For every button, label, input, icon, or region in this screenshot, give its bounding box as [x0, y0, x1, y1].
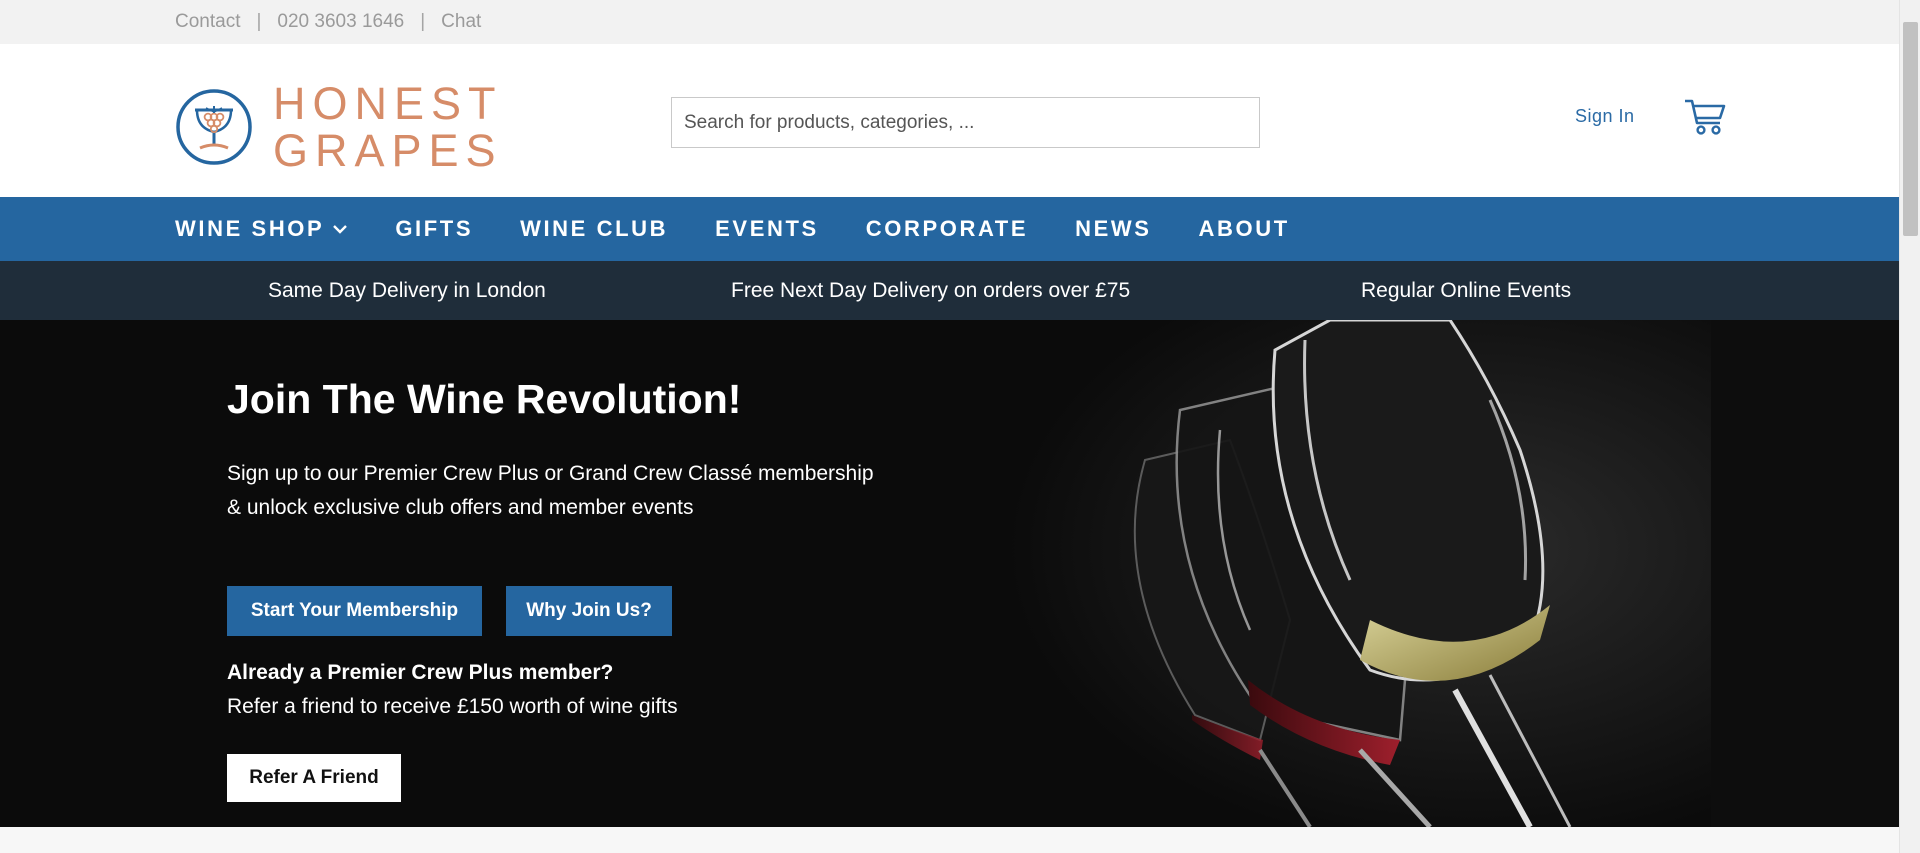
brand-name-line1: HONEST [273, 78, 503, 129]
refer-description: Refer a friend to receive £150 worth of … [227, 695, 678, 718]
nav-item-about[interactable]: ABOUT [1199, 216, 1290, 242]
hero-description: Sign up to our Premier Crew Plus or Gran… [227, 462, 874, 519]
member-question: Already a Premier Crew Plus member? [227, 661, 614, 684]
scrollbar-thumb[interactable] [1903, 22, 1918, 236]
nav-item-label: WINE SHOP [175, 216, 325, 241]
nav-item-wine-club[interactable]: WINE CLUB [520, 216, 668, 242]
phone-link[interactable]: 020 3603 1646 [277, 11, 404, 33]
nav-item-events[interactable]: EVENTS [715, 216, 819, 242]
brand-name-line2: GRAPES [273, 125, 503, 176]
nav-item-corporate[interactable]: CORPORATE [866, 216, 1028, 242]
hero-edge [1711, 320, 1899, 827]
grapes-chalice-icon [176, 89, 252, 165]
utility-bar: Contact | 020 3603 1646 | Chat [0, 0, 1899, 44]
usp-same-day-delivery[interactable]: Same Day Delivery in London [268, 261, 546, 320]
usp-bar: Same Day Delivery in London Free Next Da… [0, 261, 1899, 320]
separator: | [256, 11, 262, 32]
refer-friend-button[interactable]: Refer A Friend [227, 754, 401, 802]
brand-name: HONEST GRAPES [273, 80, 503, 174]
nav-list: WINE SHOP GIFTS WINE CLUB EVENTS CORPORA… [175, 197, 1337, 261]
contact-link[interactable]: Contact [175, 11, 240, 33]
shopping-cart-icon[interactable] [1684, 96, 1726, 136]
wine-glasses-image [930, 320, 1711, 827]
page-continuation [0, 827, 1899, 853]
start-membership-button[interactable]: Start Your Membership [227, 586, 482, 636]
nav-item-wine-shop[interactable]: WINE SHOP [175, 216, 348, 242]
utility-links: Contact | 020 3603 1646 | Chat [175, 0, 481, 44]
separator: | [420, 11, 426, 32]
why-join-button[interactable]: Why Join Us? [506, 586, 672, 636]
logo[interactable]: HONEST GRAPES [175, 80, 503, 174]
main-navigation: WINE SHOP GIFTS WINE CLUB EVENTS CORPORA… [0, 197, 1899, 261]
site-header: HONEST GRAPES Sign In [0, 44, 1899, 197]
nav-item-news[interactable]: NEWS [1075, 216, 1151, 242]
search-input[interactable] [672, 98, 1259, 147]
hero-title: Join The Wine Revolution! [227, 376, 742, 422]
sign-in-link[interactable]: Sign In [1575, 100, 1635, 132]
usp-free-delivery[interactable]: Free Next Day Delivery on orders over £7… [731, 261, 1130, 320]
chat-link[interactable]: Chat [441, 11, 481, 33]
nav-item-gifts[interactable]: GIFTS [395, 216, 473, 242]
hero-banner: Join The Wine Revolution! Sign up to our… [0, 320, 1899, 827]
vertical-scrollbar[interactable] [1899, 0, 1920, 853]
search-box [671, 97, 1260, 148]
chevron-down-icon [333, 225, 348, 234]
usp-online-events[interactable]: Regular Online Events [1361, 261, 1571, 320]
